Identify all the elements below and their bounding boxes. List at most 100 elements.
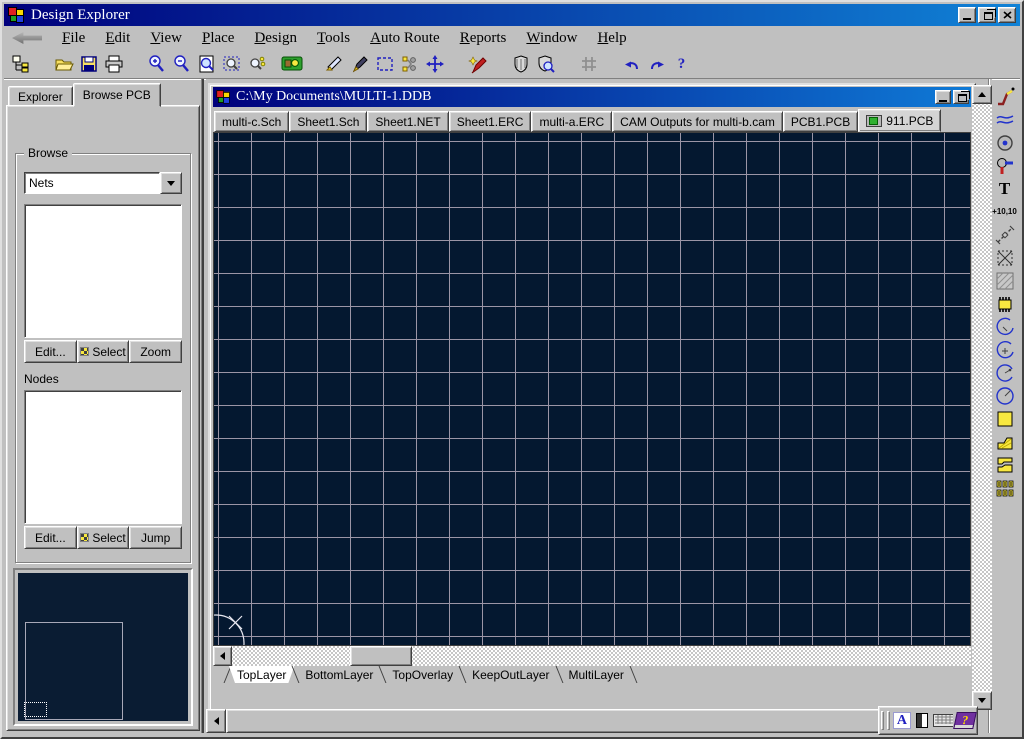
place-polygon-plane-icon[interactable] [992,430,1018,453]
shield-zoom-icon[interactable] [533,52,558,76]
editor-hscrollbar[interactable] [213,646,971,666]
menu-reports[interactable]: Reports [450,28,517,49]
print-icon[interactable] [101,52,126,76]
workspace-hscrollbar[interactable] [206,709,972,733]
nodes-list[interactable] [24,390,182,524]
interactive-route-icon[interactable] [992,85,1018,108]
place-pad-icon[interactable] [992,131,1018,154]
pcb-editor-canvas[interactable] [213,132,971,646]
layer-tab-multilayer[interactable]: MultiLayer [561,666,632,683]
help-book-button[interactable]: ? [955,710,975,731]
zoom-document-icon[interactable] [194,52,219,76]
place-via-icon[interactable] [992,154,1018,177]
layer-tab-keepoutlayer[interactable]: KeepOutLayer [464,666,557,683]
menu-auto-route[interactable]: Auto Route [360,28,450,49]
tab-cam-outputs[interactable]: CAM Outputs for multi-b.cam [612,111,783,132]
nets-edit-button[interactable]: Edit... [24,340,77,363]
knife-icon[interactable] [322,52,347,76]
hscroll-thumb[interactable] [350,646,412,666]
tab-explorer[interactable]: Explorer [8,86,73,107]
shield-icon[interactable] [508,52,533,76]
tab-sheet1-erc[interactable]: Sheet1.ERC [449,111,532,132]
letter-a-button[interactable]: A [893,710,911,731]
redo-icon[interactable] [644,52,669,76]
place-array-icon[interactable] [992,476,1018,499]
layer-tab-toplayer[interactable]: TopLayer [229,666,294,683]
hscroll-thumb[interactable] [226,709,972,733]
menu-tools[interactable]: Tools [307,28,360,49]
place-fill-icon[interactable] [992,407,1018,430]
scroll-left-button[interactable] [206,709,226,733]
place-track-icon[interactable] [992,108,1018,131]
viewport-indicator[interactable] [24,702,47,717]
board-preview[interactable] [13,568,193,726]
layer-tab-topoverlay[interactable]: TopOverlay [384,666,461,683]
scroll-left-button[interactable] [213,646,232,666]
scroll-up-button[interactable] [972,85,992,104]
doc-minimize-button[interactable] [935,90,951,104]
contrast-button[interactable] [913,710,931,731]
workspace-vscrollbar[interactable] [972,85,992,710]
zoom-in-icon[interactable] [144,52,169,76]
nodes-edit-button[interactable]: Edit... [24,526,77,549]
wizard-wand-icon[interactable] [465,52,490,76]
grid-toggle-icon[interactable] [576,52,601,76]
place-hatched-fill-icon[interactable] [992,269,1018,292]
menu-place[interactable]: Place [192,28,244,49]
board-view-icon[interactable] [279,52,304,76]
nets-select-button[interactable]: Select [77,340,130,363]
layer-tab-bottomlayer[interactable]: BottomLayer [297,666,381,683]
save-icon[interactable] [76,52,101,76]
selection-box-icon[interactable] [372,52,397,76]
zoom-area-icon[interactable] [219,52,244,76]
move-object-icon[interactable] [422,52,447,76]
tab-sheet1-net[interactable]: Sheet1.NET [367,111,448,132]
menu-view[interactable]: View [140,28,192,49]
document-titlebar[interactable]: C:\My Documents\MULTI-1.DDB [213,87,971,107]
zoom-point-icon[interactable] [244,52,269,76]
doc-restore-button[interactable] [953,90,969,104]
place-arc-any-icon[interactable] [992,361,1018,384]
zoom-out-icon[interactable] [169,52,194,76]
place-keepout-fill-icon[interactable] [992,246,1018,269]
explorer-toggle-icon[interactable] [8,52,33,76]
tab-multi-a-erc[interactable]: multi-a.ERC [531,111,612,132]
nodes-jump-button[interactable]: Jump [129,526,182,549]
tab-pcb1-pcb[interactable]: PCB1.PCB [783,111,858,132]
back-arrow-icon[interactable] [12,32,42,44]
tab-sheet1-sch[interactable]: Sheet1.Sch [289,111,367,132]
open-document-icon[interactable] [51,52,76,76]
place-arc-edge-icon[interactable] [992,315,1018,338]
place-component-icon[interactable] [992,292,1018,315]
break-net-icon[interactable] [397,52,422,76]
minimize-button[interactable] [958,7,976,23]
close-button[interactable] [998,7,1016,23]
tab-911-pcb[interactable]: 911.PCB [858,109,941,132]
probe-icon[interactable] [347,52,372,76]
place-arc-center-icon[interactable] [992,338,1018,361]
browse-type-value[interactable]: Nets [24,172,160,194]
place-full-circle-icon[interactable] [992,384,1018,407]
toolbar-grip[interactable] [881,711,884,730]
toolbar-grip[interactable] [887,711,890,730]
browse-type-dropdown[interactable]: Nets [24,172,182,194]
nets-zoom-button[interactable]: Zoom [129,340,182,363]
place-split-plane-icon[interactable] [992,453,1018,476]
place-dimension-icon[interactable] [992,223,1018,246]
dropdown-button[interactable] [160,172,182,194]
place-string-icon[interactable]: T [992,177,1018,200]
nodes-select-button[interactable]: Select [77,526,130,549]
tab-multi-c-sch[interactable]: multi-c.Sch [214,111,289,132]
menu-window[interactable]: Window [516,28,587,49]
menu-help[interactable]: Help [587,28,636,49]
keyboard-button[interactable] [933,710,953,731]
restore-button[interactable] [978,7,996,23]
place-coordinate-icon[interactable]: +10,10 [992,200,1018,223]
nets-list[interactable] [24,204,182,338]
help-icon[interactable]: ? [669,52,694,76]
menu-edit[interactable]: Edit [95,28,140,49]
menu-file[interactable]: File [52,28,95,49]
menu-design[interactable]: Design [244,28,307,49]
tab-browse-pcb[interactable]: Browse PCB [73,83,161,107]
undo-icon[interactable] [619,52,644,76]
